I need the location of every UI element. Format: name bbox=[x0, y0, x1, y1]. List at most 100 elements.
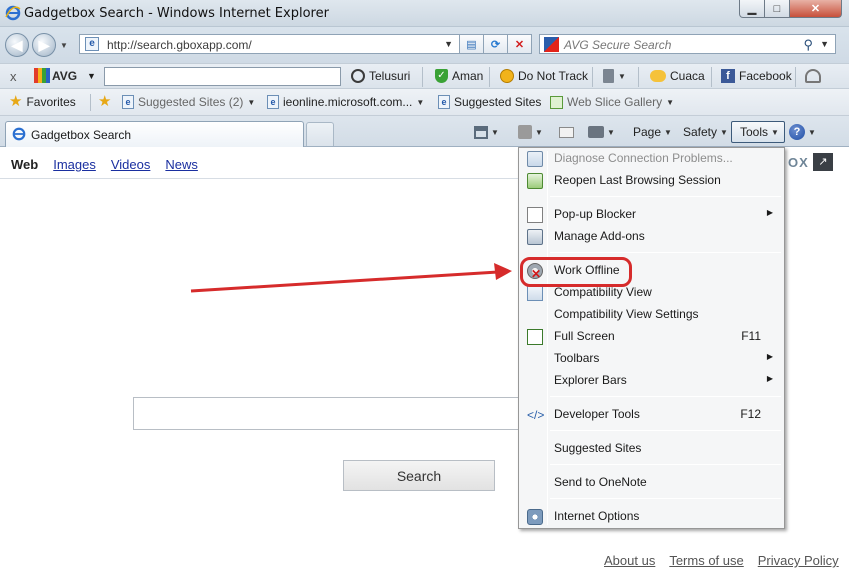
tools-menu-label: Tools bbox=[740, 125, 769, 139]
page-menu-button[interactable]: Page ▼ bbox=[633, 121, 672, 143]
tab-gadgetbox-search[interactable]: Gadgetbox Search bbox=[5, 121, 304, 147]
avg-search-input[interactable] bbox=[104, 67, 341, 86]
gauge-icon bbox=[805, 69, 821, 83]
rss-feed-icon bbox=[518, 125, 532, 139]
footer-links: About us Terms of use Privacy Policy bbox=[604, 553, 839, 568]
safety-menu-label: Safety bbox=[683, 125, 718, 139]
toolbar-divider bbox=[422, 67, 423, 87]
about-us-link[interactable]: About us bbox=[604, 553, 655, 568]
menu-item-explorer-bars[interactable]: Explorer Bars ▶ bbox=[522, 370, 781, 392]
add-favorite-icon: ★ bbox=[98, 93, 112, 110]
back-button[interactable]: ◀ bbox=[5, 33, 29, 57]
avg-menu-dropdown-icon[interactable]: ▼ bbox=[87, 71, 96, 81]
compatibility-view-button[interactable]: ▤ bbox=[460, 34, 484, 54]
do-not-track-icon bbox=[500, 69, 514, 83]
recent-pages-dropdown[interactable]: ▼ bbox=[60, 41, 68, 50]
avg-weather-button[interactable]: Cuaca bbox=[650, 69, 705, 83]
search-options-dropdown-icon[interactable]: ▼ bbox=[820, 39, 829, 49]
privacy-policy-link[interactable]: Privacy Policy bbox=[758, 553, 839, 568]
read-mail-button[interactable] bbox=[559, 121, 574, 143]
nav-videos[interactable]: Videos bbox=[111, 157, 151, 172]
favorites-item-label: ieonline.microsoft.com... bbox=[283, 95, 413, 109]
avg-dnt-label: Do Not Track bbox=[518, 69, 589, 83]
add-to-favorites-bar-button[interactable]: ★ bbox=[98, 93, 112, 110]
page-favicon-icon: e bbox=[85, 37, 99, 51]
favorites-item-suggested-sites[interactable]: e Suggested Sites bbox=[438, 95, 541, 109]
menu-item-internet-options[interactable]: Internet Options bbox=[522, 506, 781, 528]
nav-web[interactable]: Web bbox=[11, 157, 38, 172]
avg-safe-button[interactable]: ✓ Aman bbox=[435, 69, 483, 83]
terms-of-use-link[interactable]: Terms of use bbox=[669, 553, 743, 568]
nav-divider bbox=[0, 178, 520, 179]
safety-menu-button[interactable]: Safety ▼ bbox=[683, 121, 728, 143]
avg-facebook-button[interactable]: f Facebook bbox=[721, 69, 792, 83]
window-title: Gadgetbox Search - Windows Internet Expl… bbox=[24, 6, 329, 21]
chevron-down-icon: ▼ bbox=[771, 127, 779, 137]
favorites-item-ieonline[interactable]: e ieonline.microsoft.com... ▼ bbox=[267, 95, 424, 109]
menu-item-reopen-session[interactable]: Reopen Last Browsing Session bbox=[522, 170, 781, 192]
home-button[interactable]: ▼ bbox=[474, 121, 499, 143]
nav-images[interactable]: Images bbox=[53, 157, 96, 172]
stop-button[interactable]: ✕ bbox=[508, 34, 532, 54]
avg-logo[interactable]: AVG bbox=[34, 68, 77, 83]
menu-item-toolbars[interactable]: Toolbars ▶ bbox=[522, 348, 781, 370]
print-button[interactable]: ▼ bbox=[588, 121, 615, 143]
search-box[interactable]: AVG Secure Search ⚲ ▼ bbox=[539, 34, 836, 54]
popup-blocker-icon bbox=[527, 207, 543, 223]
close-button[interactable]: ✕ bbox=[790, 0, 842, 18]
refresh-button[interactable]: ⟳ bbox=[484, 34, 508, 54]
menu-item-full-screen[interactable]: Full Screen F11 bbox=[522, 326, 781, 348]
favorites-item-web-slice-gallery[interactable]: Web Slice Gallery ▼ bbox=[550, 95, 674, 109]
avg-search-button[interactable]: Telusuri bbox=[351, 69, 410, 83]
favorites-item-suggested-sites-2[interactable]: e Suggested Sites (2) ▼ bbox=[122, 95, 255, 109]
new-tab-button[interactable] bbox=[306, 122, 334, 146]
menu-item-popup-blocker[interactable]: Pop-up Blocker ▶ bbox=[522, 204, 781, 226]
web-slice-icon bbox=[550, 95, 563, 109]
menu-item-developer-tools[interactable]: </> Developer Tools F12 bbox=[522, 404, 781, 426]
url-text[interactable]: http://search.gboxapp.com/ bbox=[107, 38, 252, 52]
chevron-down-icon: ▼ bbox=[666, 97, 675, 107]
avg-trash-button[interactable]: ▼ bbox=[603, 69, 626, 83]
menu-item-suggested-sites[interactable]: Suggested Sites bbox=[522, 438, 781, 460]
home-icon bbox=[474, 125, 488, 139]
menu-item-diagnose-connection[interactable]: Diagnose Connection Problems... bbox=[522, 148, 781, 170]
help-button[interactable]: ? ▼ bbox=[789, 121, 816, 143]
maximize-button[interactable]: □ bbox=[765, 0, 790, 18]
menu-separator bbox=[550, 252, 781, 253]
page-menu-label: Page bbox=[633, 125, 662, 139]
avg-toolbar: x AVG ▼ Telusuri ✓ Aman Do Not Track ▼ C… bbox=[0, 63, 849, 89]
forward-button[interactable]: ▶ bbox=[32, 33, 56, 57]
avg-dnt-button[interactable]: Do Not Track bbox=[500, 69, 588, 83]
address-bar[interactable]: e http://search.gboxapp.com/ ▼ bbox=[79, 34, 460, 54]
toolbar-divider bbox=[90, 94, 91, 111]
avg-search-label: Telusuri bbox=[369, 69, 411, 83]
address-dropdown-icon[interactable]: ▼ bbox=[444, 39, 453, 49]
menu-separator bbox=[550, 430, 781, 431]
page-icon: e bbox=[122, 95, 134, 109]
tab-title: Gadgetbox Search bbox=[31, 128, 132, 142]
nav-news[interactable]: News bbox=[165, 157, 198, 172]
favorites-item-label: Suggested Sites bbox=[454, 95, 542, 109]
menu-item-send-to-onenote[interactable]: Send to OneNote bbox=[522, 472, 781, 494]
chevron-down-icon: ▼ bbox=[664, 127, 672, 137]
favorites-button[interactable]: ★ Favorites bbox=[9, 94, 76, 109]
main-search-input[interactable] bbox=[133, 397, 521, 430]
internet-explorer-icon bbox=[5, 5, 21, 21]
menu-item-manage-addons[interactable]: Manage Add-ons bbox=[522, 226, 781, 248]
trash-icon bbox=[603, 69, 614, 83]
chevron-down-icon: ▼ bbox=[618, 71, 626, 81]
tools-menu-button[interactable]: Tools ▼ bbox=[731, 121, 785, 143]
feeds-button[interactable]: ▼ bbox=[518, 121, 543, 143]
search-icon[interactable]: ⚲ bbox=[803, 37, 813, 53]
window-controls: ▁ □ ✕ bbox=[739, 0, 842, 18]
favorites-label: Favorites bbox=[26, 95, 76, 109]
diagnose-icon bbox=[527, 151, 543, 167]
search-button[interactable]: Search bbox=[343, 460, 495, 491]
menu-item-compatibility-view-settings[interactable]: Compatibility View Settings bbox=[522, 304, 781, 326]
developer-tools-icon: </> bbox=[527, 408, 545, 422]
minimize-button[interactable]: ▁ bbox=[739, 0, 765, 18]
avg-brand: AVG bbox=[52, 68, 78, 83]
avg-speedtest-button[interactable] bbox=[805, 69, 821, 83]
avg-close-button[interactable]: x bbox=[10, 69, 17, 84]
compatibility-view-icon bbox=[527, 285, 543, 301]
